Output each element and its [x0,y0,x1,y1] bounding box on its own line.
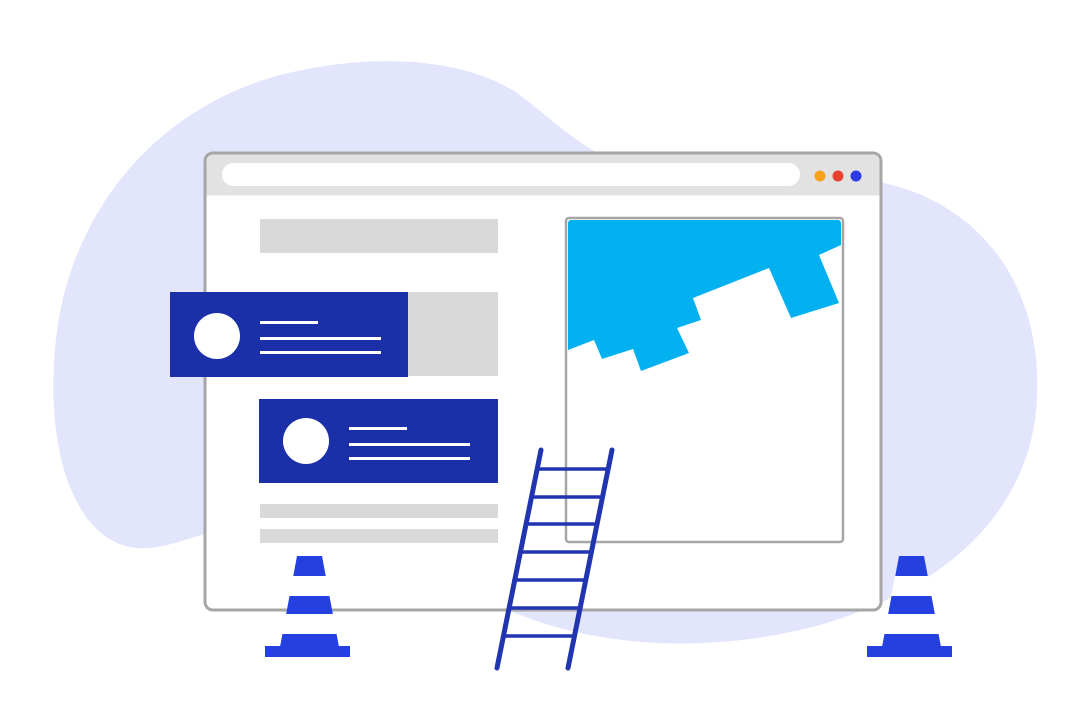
profile-card [170,292,408,377]
dot-red-icon[interactable] [832,170,844,182]
cone-stripe [884,614,939,634]
placeholder-header-bar [260,219,498,253]
profile-card [259,399,498,483]
under-construction-illustration [53,61,1038,671]
card-text-line [349,457,470,460]
card-text-line [260,337,381,340]
cone-stripe [289,576,330,596]
address-bar[interactable] [222,163,800,186]
dot-orange-icon[interactable] [814,170,826,182]
placeholder-line [260,529,498,543]
cone-stripe [282,614,337,634]
avatar-icon [194,313,240,359]
dot-blue-icon[interactable] [850,170,862,182]
card-text-line [349,443,470,446]
cone-base [265,646,350,657]
avatar-icon [283,418,329,464]
cone-base [867,646,952,657]
placeholder-line [260,504,498,518]
image-panel [564,216,845,544]
cone-stripe [891,576,932,596]
card-text-line [260,351,381,354]
card-text-line [260,321,318,324]
card-text-line [349,427,407,430]
